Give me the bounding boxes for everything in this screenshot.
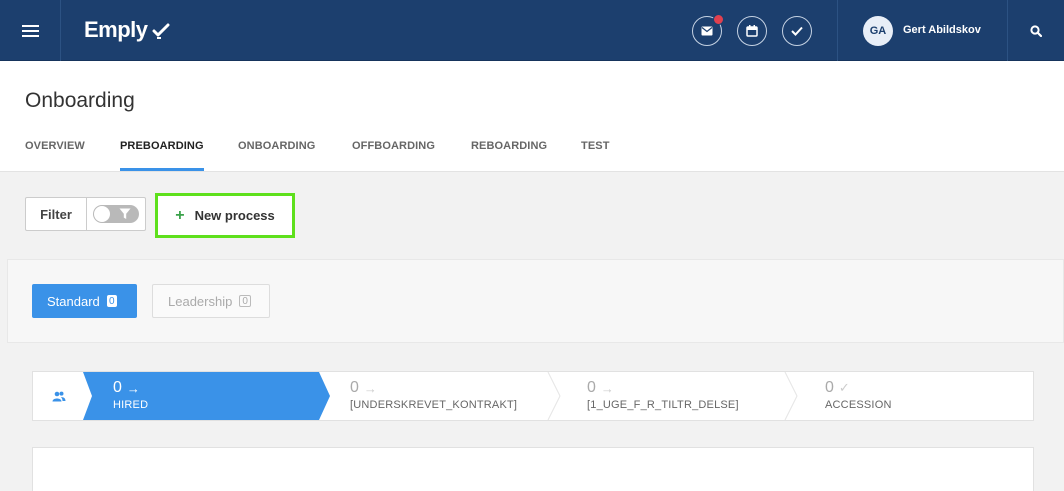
stage-count: 0 xyxy=(587,379,596,396)
stage-label: [UNDERSKREVET_KONTRAKT] xyxy=(350,399,518,411)
process-list-card xyxy=(32,447,1034,491)
calendar-icon xyxy=(746,25,758,37)
stage-label: HIRED xyxy=(113,399,149,411)
logo-mark-icon xyxy=(152,23,170,39)
candidates-button[interactable] xyxy=(33,372,85,420)
active-tab-indicator xyxy=(120,168,204,171)
mail-button[interactable] xyxy=(692,14,724,46)
page-title: Onboarding xyxy=(25,89,135,112)
stage-underskrevet-kontrakt[interactable]: 0 → [UNDERSKREVET_KONTRAKT] xyxy=(350,379,517,411)
hamburger-icon xyxy=(21,29,39,32)
tab-onboarding[interactable]: ONBOARDING xyxy=(238,140,315,152)
stage-label: [1_UGE_F_R_TILTR_DELSE] xyxy=(587,399,739,411)
toggle-knob xyxy=(94,206,110,222)
tab-offboarding[interactable]: OFFBOARDING xyxy=(352,140,435,152)
tab-reboarding[interactable]: REBOARDING xyxy=(471,140,547,152)
stage-count: 0 xyxy=(825,379,834,396)
logo-text: Emply xyxy=(84,17,148,42)
template-count-badge: 0 xyxy=(106,295,117,307)
stage-separator xyxy=(784,372,798,420)
search-icon xyxy=(1030,25,1042,37)
check-icon: ✓ xyxy=(838,380,850,395)
stage-1-uge-f-r-tiltr-delse[interactable]: 0 → [1_UGE_F_R_TILTR_DELSE] xyxy=(587,379,739,411)
new-process-button[interactable]: + New process xyxy=(155,193,295,238)
check-icon xyxy=(791,26,803,36)
arrow-right-icon: → xyxy=(600,380,614,396)
stage-count: 0 xyxy=(350,379,359,396)
page-header: Onboarding OVERVIEW PREBOARDING ONBOARDI… xyxy=(0,61,1064,172)
toggle-switch[interactable] xyxy=(93,205,139,223)
stage-hired[interactable]: 0 → HIRED xyxy=(113,379,148,411)
emply-logo[interactable]: Emply xyxy=(84,17,170,43)
arrow-right-icon: → xyxy=(126,380,140,396)
people-icon xyxy=(52,391,66,401)
tab-overview[interactable]: OVERVIEW xyxy=(25,140,85,152)
filter-button[interactable]: Filter xyxy=(26,198,87,230)
filter-toggle[interactable] xyxy=(87,198,145,230)
divider xyxy=(837,0,838,61)
tab-test[interactable]: TEST xyxy=(581,140,610,152)
tab-preboarding[interactable]: PREBOARDING xyxy=(120,140,204,152)
stage-count: 0 xyxy=(113,379,122,396)
stage-separator xyxy=(547,372,561,420)
stage-label: ACCESSION xyxy=(825,399,892,411)
notification-badge xyxy=(713,14,724,25)
top-bar: Emply GA Gert Abildskov xyxy=(0,0,1064,61)
template-label: Standard xyxy=(47,293,100,309)
template-leadership-button[interactable]: Leadership 0 xyxy=(152,284,270,318)
stage-bar: 0 → HIRED 0 → [UNDERSKREVET_KONTRAKT] 0 → [… xyxy=(32,371,1034,421)
calendar-button[interactable] xyxy=(737,16,767,46)
avatar[interactable]: GA xyxy=(863,16,893,46)
divider xyxy=(1007,0,1008,61)
template-label: Leadership xyxy=(168,293,233,309)
tasks-button[interactable] xyxy=(782,16,812,46)
menu-button[interactable] xyxy=(0,0,61,61)
filter-control: Filter xyxy=(25,197,146,231)
stage-accession[interactable]: 0 ✓ ACCESSION xyxy=(825,379,892,411)
template-count-badge: 0 xyxy=(239,295,251,307)
search-button[interactable] xyxy=(1024,19,1048,43)
plus-icon: + xyxy=(175,206,185,224)
user-name[interactable]: Gert Abildskov xyxy=(903,24,981,36)
funnel-icon xyxy=(119,208,131,219)
template-standard-button[interactable]: Standard 0 xyxy=(32,284,137,318)
mail-icon xyxy=(701,26,713,36)
arrow-right-icon: → xyxy=(363,380,377,396)
new-process-label: New process xyxy=(194,208,275,223)
